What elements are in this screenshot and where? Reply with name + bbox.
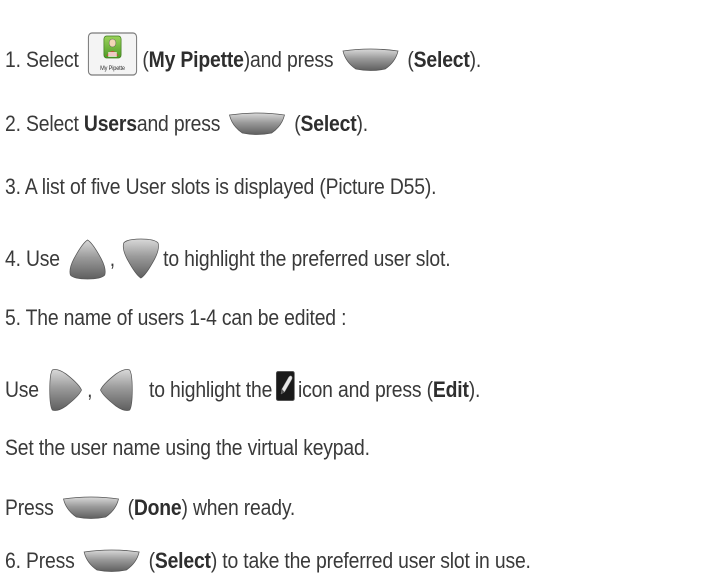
my-pipette-icon-label: My Pipette [100,66,125,72]
step-4: 4. Use , to highlight the preferred user… [5,237,619,281]
step-1-end: ). [469,47,482,72]
step-1-mid: and press [250,47,334,72]
step-5d-end: ) when ready. [181,495,296,520]
step-5d-action: Done [133,495,182,520]
edit-pencil-icon [275,371,295,401]
step-5-edit: Use , to highlight the icon and press (E… [5,365,619,415]
step-5b-end: ). [468,377,481,402]
step-1-text: 1. Select [5,47,79,72]
step-2: 2. Select Users and press (Select). [5,109,619,139]
down-arrow-key-icon [120,237,161,281]
left-arrow-key-icon [99,365,134,415]
step-5-text: 5. The name of users 1-4 can be edited : [5,305,347,330]
step-5-done: Press (Done) when ready. [5,493,619,523]
step-2-pre: 2. Select [5,111,79,136]
step-4-comma: , [109,246,115,271]
step-6-end: ) to take the preferred user slot in use… [210,548,531,573]
step-6-pre: 6. Press [5,548,75,573]
step-5b-post: icon and press ( [297,377,433,402]
up-arrow-key-icon [67,237,108,281]
select-softkey-icon [81,549,141,573]
select-softkey-icon [227,112,287,136]
select-softkey-icon [60,496,120,520]
step-1-action: Select [413,47,470,72]
step-2-action: Select [300,111,357,136]
step-5b-mid: to highlight the [149,377,273,402]
step-1: 1. Select My Pipette (My Pipette) and pr… [5,32,619,82]
step-6: 6. Press (Select) to take the preferred … [5,546,619,576]
step-5-keypad: Set the user name using the virtual keyp… [5,433,619,463]
step-5d-pre: Press [5,495,54,520]
right-arrow-key-icon [49,365,83,415]
my-pipette-icon: My Pipette [87,32,137,76]
step-5b-pre: Use [5,377,39,402]
step-3-text: 3. A list of five User slots is displaye… [5,174,437,199]
step-1-name: My Pipette [148,47,244,72]
step-5: 5. The name of users 1-4 can be edited : [5,303,619,333]
step-6-action: Select [154,548,211,573]
step-4-post: to highlight the preferred user slot. [163,246,451,271]
step-3: 3. A list of five User slots is displaye… [5,172,619,202]
step-2-bold: Users [83,111,137,136]
step-2-end: ). [356,111,368,136]
select-softkey-icon [340,48,400,72]
step-2-mid: and press [136,111,221,136]
step-4-pre: 4. Use [5,246,60,271]
step-5b-action: Edit [432,377,469,402]
step-5c-text: Set the user name using the virtual keyp… [5,435,370,460]
step-5b-comma: , [87,377,93,402]
